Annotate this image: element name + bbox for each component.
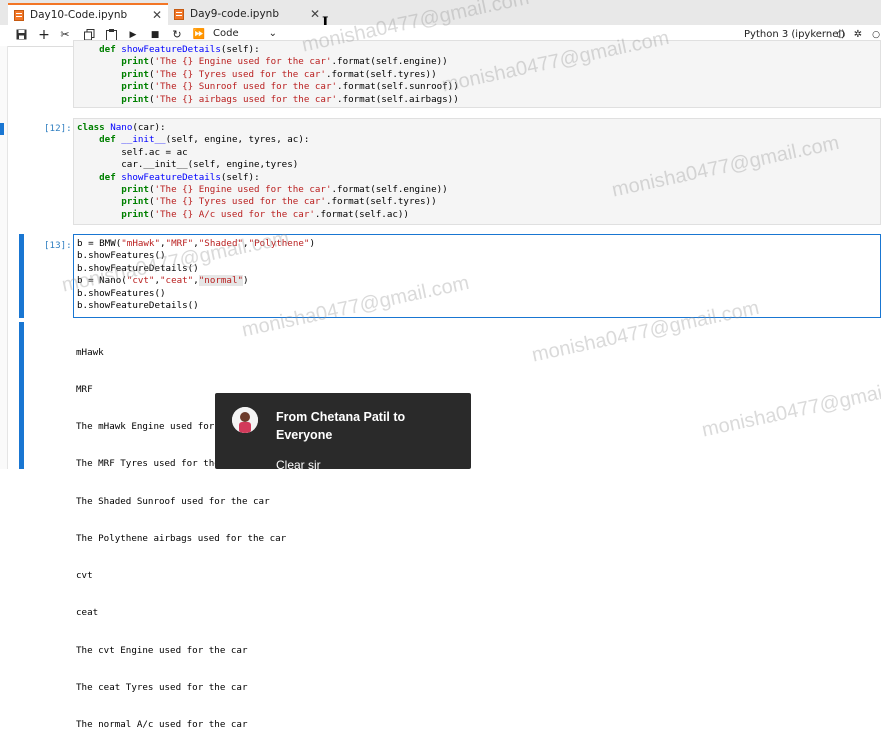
tab-day9[interactable]: Day9-code.ipynb ✕ — [168, 3, 326, 25]
output-line: cvt — [76, 570, 93, 582]
output-line: The Polythene airbags used for the car — [76, 532, 287, 544]
kernel-name[interactable]: Python 3 (ipykernel) — [744, 29, 845, 40]
selected-cell-bar — [19, 234, 24, 318]
close-icon[interactable]: ✕ — [310, 7, 320, 21]
output-cell-bar — [19, 322, 24, 469]
chat-notification[interactable]: From Chetana Patil to Everyone Clear sir — [215, 393, 471, 472]
output-line: mHawk — [76, 346, 104, 358]
cell-prompt: [12]: — [44, 123, 72, 134]
output-line: The normal A/c used for the car — [76, 719, 248, 730]
cell-prompt: [13]: — [44, 240, 72, 251]
output-line: The cvt Engine used for the car — [76, 644, 248, 656]
save-icon[interactable] — [14, 28, 28, 42]
cell-source: class Nano(car): def __init__(self, engi… — [77, 122, 448, 220]
watermark: monisha0477@gmail.com — [700, 371, 881, 442]
avatar — [232, 407, 258, 433]
active-cell-marker — [0, 123, 4, 135]
notification-message: Clear sir — [276, 458, 321, 472]
output-line: The Shaded Sunroof used for the car — [76, 495, 270, 507]
tab-label: Day10-Code.ipynb — [30, 9, 128, 21]
output-line: The ceat Tyres used for the car — [76, 681, 248, 693]
chevron-down-icon: ⌄ — [268, 28, 277, 39]
notebook-icon — [174, 8, 184, 20]
left-gutter — [0, 46, 8, 469]
tab-day10[interactable]: Day10-Code.ipynb ✕ — [8, 3, 168, 25]
cell-source: def showFeatureDetails(self): print('The… — [99, 44, 459, 105]
notification-title: From Chetana Patil to Everyone — [276, 410, 406, 442]
cut-icon[interactable]: ✂ — [58, 28, 72, 42]
tab-label: Day9-code.ipynb — [190, 8, 279, 20]
output-line: ceat — [76, 607, 99, 619]
add-cell-icon[interactable]: + — [37, 28, 51, 42]
cell-output: mHawk MRF The mHawk Engine used for the … — [76, 322, 286, 744]
notebook-icon — [14, 9, 24, 21]
close-icon[interactable]: ✕ — [152, 8, 162, 22]
